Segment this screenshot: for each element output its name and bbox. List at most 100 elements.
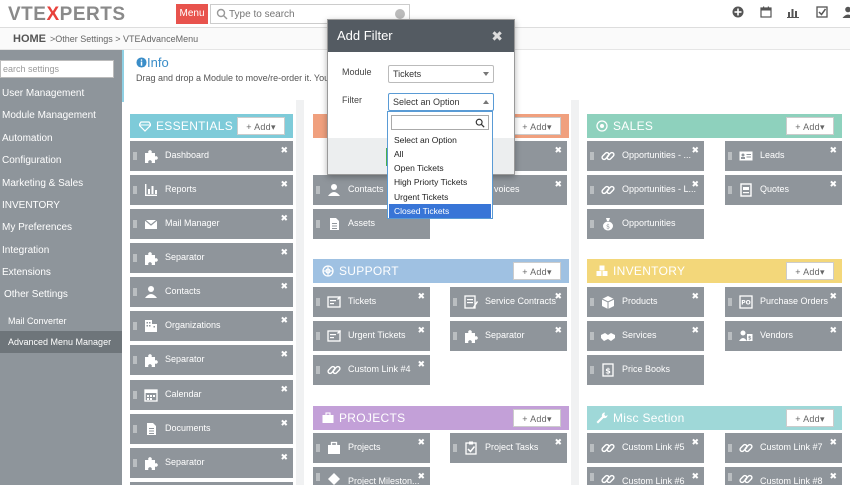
remove-module-icon[interactable]: ✖ <box>554 179 562 190</box>
drag-handle[interactable] <box>590 332 594 340</box>
add-module-button[interactable]: + Add▾ <box>237 117 285 135</box>
drag-handle[interactable] <box>590 444 594 452</box>
add-module-button[interactable]: + Add▾ <box>786 409 834 427</box>
remove-module-icon[interactable]: ✖ <box>280 281 288 292</box>
module-tile[interactable]: $ Price Books <box>587 355 704 385</box>
remove-module-icon[interactable]: ✖ <box>280 145 288 156</box>
drag-handle[interactable] <box>728 298 732 306</box>
drag-handle[interactable] <box>316 332 320 340</box>
remove-module-icon[interactable]: ✖ <box>829 471 837 482</box>
remove-module-icon[interactable]: ✖ <box>691 471 699 482</box>
remove-module-icon[interactable]: ✖ <box>691 291 699 302</box>
remove-module-icon[interactable]: ✖ <box>280 179 288 190</box>
menu-button[interactable]: Menu <box>176 4 208 24</box>
remove-module-icon[interactable]: ✖ <box>417 471 425 482</box>
module-tile[interactable]: Custom Link #7 ✖ <box>725 433 842 463</box>
remove-module-icon[interactable]: ✖ <box>554 437 562 448</box>
remove-module-icon[interactable]: ✖ <box>829 179 837 190</box>
drag-handle[interactable] <box>590 220 594 228</box>
drag-handle[interactable] <box>728 444 732 452</box>
remove-module-icon[interactable]: ✖ <box>280 315 288 326</box>
sidebar-item-module-management[interactable]: Module Management <box>0 105 122 127</box>
add-icon[interactable] <box>732 6 744 18</box>
remove-module-icon[interactable]: ✖ <box>829 145 837 156</box>
filter-search-input[interactable] <box>391 115 489 130</box>
remove-module-icon[interactable]: ✖ <box>691 437 699 448</box>
dropdown-option[interactable]: All <box>389 147 491 161</box>
settings-search-input[interactable]: earch settings <box>0 60 114 78</box>
module-tile[interactable]: $ Opportunities <box>587 209 704 239</box>
drag-handle[interactable] <box>133 322 137 330</box>
module-tile[interactable]: Services ✖ <box>587 321 704 351</box>
module-tile[interactable]: Leads ✖ <box>725 141 842 171</box>
drag-handle[interactable] <box>728 152 732 160</box>
remove-module-icon[interactable]: ✖ <box>417 291 425 302</box>
drag-handle[interactable] <box>133 425 137 433</box>
add-module-button[interactable]: + Add▾ <box>786 262 834 280</box>
module-tile[interactable]: Contacts ✖ <box>130 277 293 307</box>
module-tile[interactable]: PO Purchase Orders ✖ <box>725 287 842 317</box>
sidebar-item-configuration[interactable]: Configuration <box>0 150 122 172</box>
module-tile[interactable]: Opportunities - L... ✖ <box>587 175 704 205</box>
drag-handle[interactable] <box>316 473 320 481</box>
module-select[interactable]: Tickets <box>388 65 494 83</box>
module-tile[interactable]: Documents ✖ <box>130 414 293 444</box>
sidebar-item-user-management[interactable]: User Management <box>0 83 122 105</box>
module-tile[interactable]: Custom Link #5 ✖ <box>587 433 704 463</box>
remove-module-icon[interactable]: ✖ <box>280 384 288 395</box>
remove-module-icon[interactable]: ✖ <box>829 325 837 336</box>
drag-handle[interactable] <box>133 254 137 262</box>
add-module-button[interactable]: + Add▾ <box>513 409 561 427</box>
add-module-button[interactable]: + Add▾ <box>513 117 561 135</box>
module-tile[interactable]: Project Mileston... ✖ <box>313 467 430 485</box>
drag-handle[interactable] <box>453 332 457 340</box>
sidebar-item-mail-converter[interactable]: Mail Converter <box>0 310 122 332</box>
module-tile[interactable]: Projects ✖ <box>313 433 430 463</box>
remove-module-icon[interactable]: ✖ <box>280 213 288 224</box>
dropdown-option[interactable]: High Priorty Tickets <box>389 175 491 189</box>
module-tile[interactable]: Custom Link #6 ✖ <box>587 467 704 485</box>
sidebar-item-other-settings[interactable]: Other Settings <box>0 284 122 306</box>
calendar-icon[interactable] <box>760 6 772 18</box>
sidebar-item-inventory[interactable]: INVENTORY <box>0 195 122 217</box>
remove-module-icon[interactable]: ✖ <box>280 349 288 360</box>
remove-module-icon[interactable]: ✖ <box>554 145 562 156</box>
drag-handle[interactable] <box>316 366 320 374</box>
drag-handle[interactable] <box>133 391 137 399</box>
remove-module-icon[interactable]: ✖ <box>691 145 699 156</box>
remove-module-icon[interactable]: ✖ <box>417 359 425 370</box>
drag-handle[interactable] <box>590 152 594 160</box>
module-tile[interactable]: Organizations ✖ <box>130 311 293 341</box>
module-tile[interactable]: Products ✖ <box>587 287 704 317</box>
module-tile[interactable]: Separator ✖ <box>130 448 293 478</box>
remove-module-icon[interactable]: ✖ <box>691 179 699 190</box>
drag-handle[interactable] <box>728 332 732 340</box>
module-tile[interactable]: Urgent Tickets ✖ <box>313 321 430 351</box>
drag-handle[interactable] <box>316 298 320 306</box>
module-tile[interactable]: Opportunities - ... ✖ <box>587 141 704 171</box>
drag-handle[interactable] <box>453 444 457 452</box>
add-module-button[interactable]: + Add▾ <box>513 262 561 280</box>
sidebar-item-my-preferences[interactable]: My Preferences <box>0 217 122 239</box>
remove-module-icon[interactable]: ✖ <box>280 452 288 463</box>
breadcrumb-home[interactable]: HOME <box>13 33 46 45</box>
tasks-icon[interactable] <box>816 6 828 18</box>
module-tile[interactable]: Separator ✖ <box>130 243 293 273</box>
remove-module-icon[interactable]: ✖ <box>280 418 288 429</box>
drag-handle[interactable] <box>316 220 320 228</box>
module-tile[interactable]: Custom Link #8 ✖ <box>725 467 842 485</box>
drag-handle[interactable] <box>133 152 137 160</box>
module-tile[interactable]: Dashboard ✖ <box>130 141 293 171</box>
drag-handle[interactable] <box>590 473 594 481</box>
chart-icon[interactable] <box>787 6 799 18</box>
remove-module-icon[interactable]: ✖ <box>417 325 425 336</box>
remove-module-icon[interactable]: ✖ <box>829 291 837 302</box>
remove-module-icon[interactable]: ✖ <box>691 325 699 336</box>
module-tile[interactable]: Service Contracts ✖ <box>450 287 567 317</box>
sidebar-item-integration[interactable]: Integration <box>0 240 122 262</box>
remove-module-icon[interactable]: ✖ <box>417 437 425 448</box>
remove-module-icon[interactable]: ✖ <box>829 437 837 448</box>
module-tile[interactable]: Calendar ✖ <box>130 380 293 410</box>
user-icon[interactable] <box>842 6 850 18</box>
module-tile[interactable]: $ Vendors ✖ <box>725 321 842 351</box>
